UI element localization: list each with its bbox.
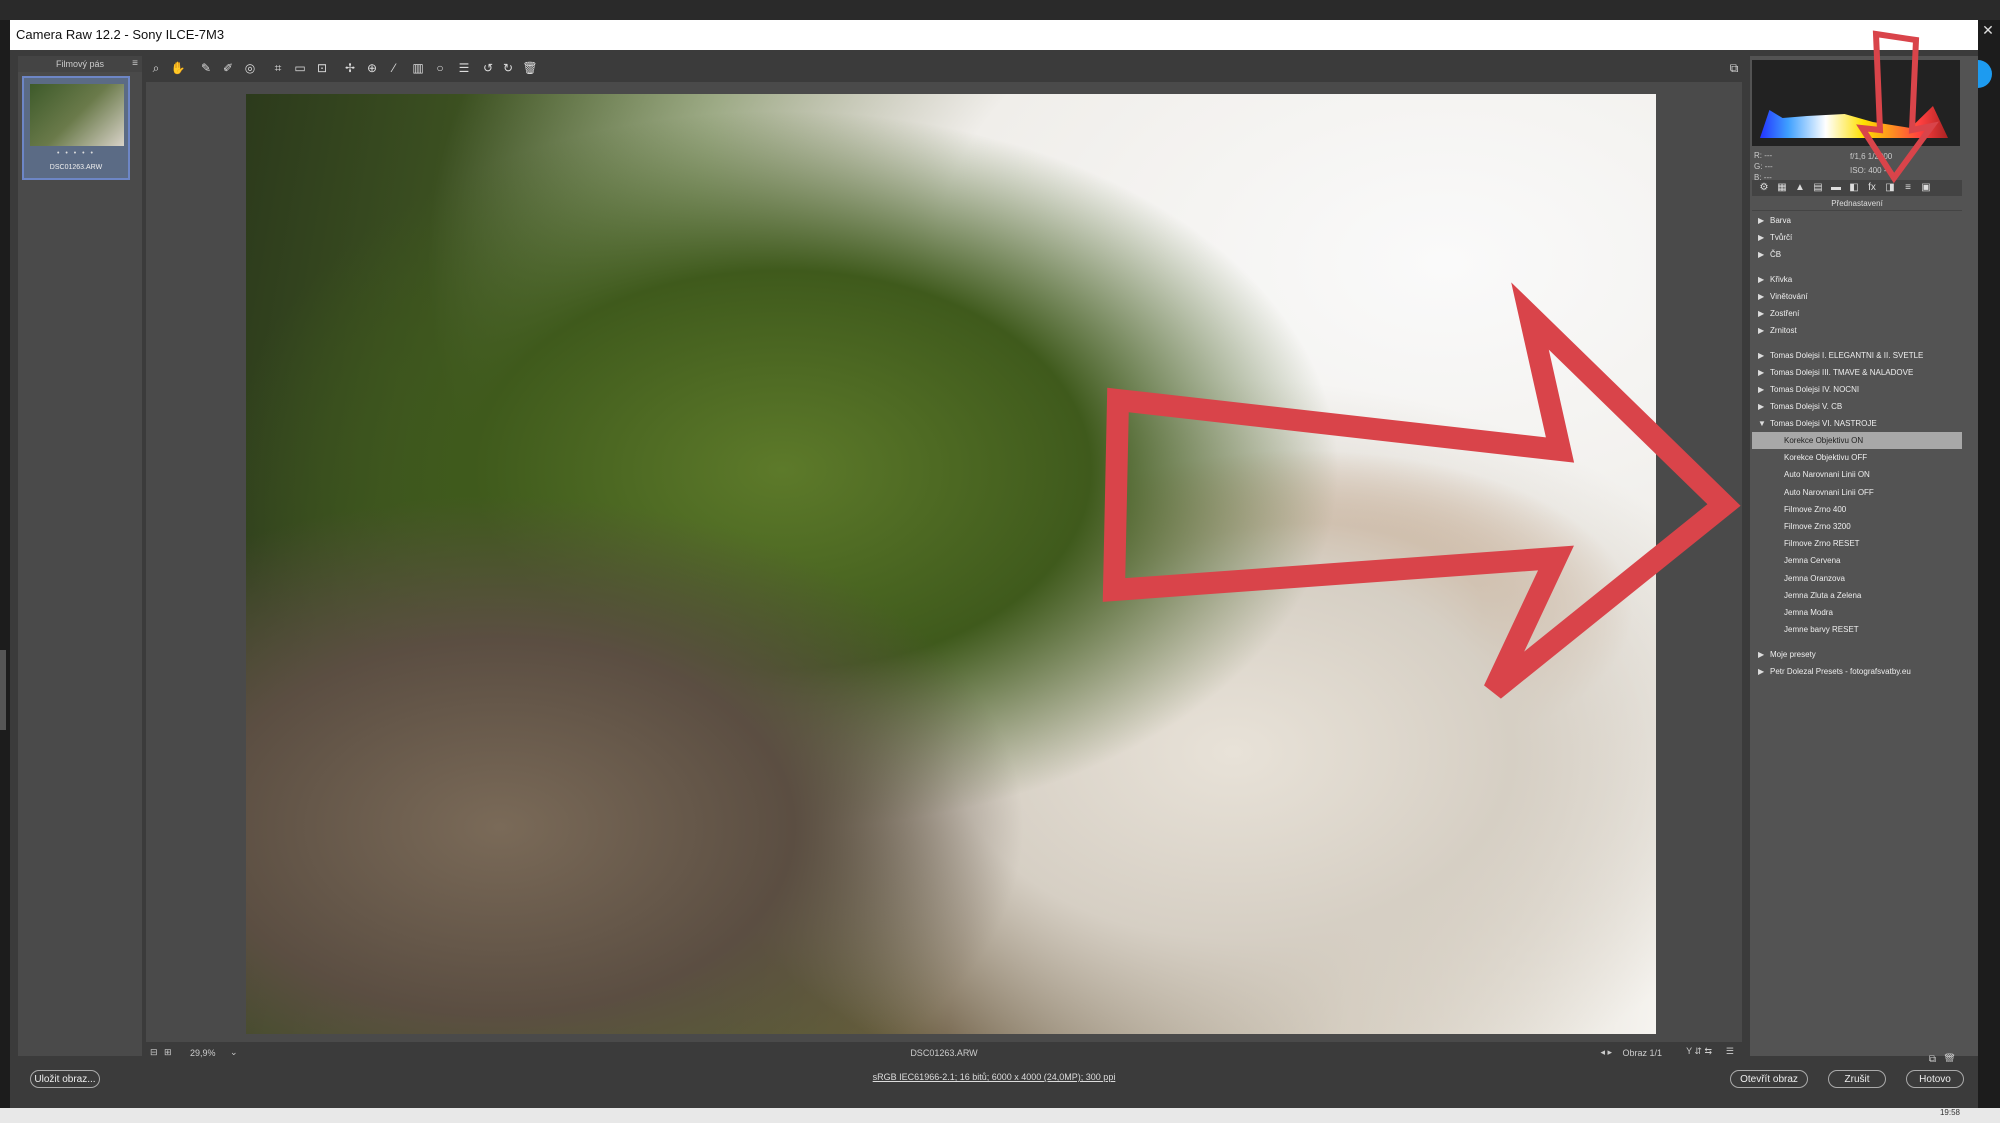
down-pointing-annotation-arrow bbox=[1856, 30, 1939, 184]
annotation-arrows bbox=[1102, 30, 1939, 699]
right-pointing-annotation-arrow bbox=[1102, 282, 1741, 699]
